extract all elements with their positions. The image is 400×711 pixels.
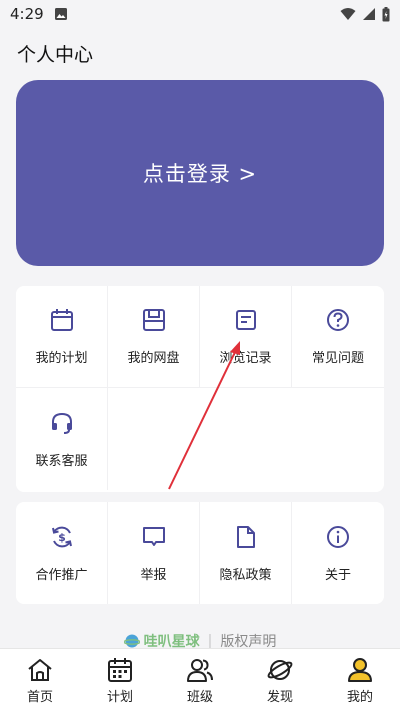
nav-label: 发现 <box>266 689 293 705</box>
menu-item-about[interactable]: 关于 <box>292 502 384 604</box>
nav-label: 首页 <box>26 689 53 705</box>
menu-item-label: 常见问题 <box>311 351 364 366</box>
menu-item-label: 举报 <box>140 567 167 583</box>
menu-item-label: 隐私政策 <box>219 567 272 583</box>
menu-item-my-disk[interactable]: 我的网盘 <box>108 286 200 388</box>
login-banner[interactable]: 点击登录 > <box>16 80 384 266</box>
gallery-notification-icon <box>54 8 67 20</box>
signal-icon <box>363 8 375 20</box>
planet-icon <box>267 659 293 680</box>
menu-item-report[interactable]: 举报 <box>108 502 200 604</box>
nav-label: 班级 <box>186 689 213 705</box>
brand-divider: | <box>207 633 213 649</box>
wifi-icon <box>340 8 356 20</box>
nav-home[interactable]: 首页 <box>0 649 80 711</box>
menu-item-promotion[interactable]: $ 合作推广 <box>16 502 108 604</box>
menu-card-primary: 我的计划 我的网盘 浏览记录 常见问题 联系客服 <box>16 286 384 492</box>
schedule-icon <box>108 657 132 682</box>
battery-icon <box>382 6 390 21</box>
menu-item-my-plan[interactable]: 我的计划 <box>16 286 108 388</box>
menu-item-label: 我的计划 <box>35 351 88 366</box>
bottom-nav: 首页 计划 班级 发现 我的 <box>0 648 400 711</box>
nav-label: 我的 <box>346 689 373 705</box>
menu-item-label: 关于 <box>324 567 351 583</box>
menu-item-privacy[interactable]: 隐私政策 <box>200 502 292 604</box>
menu-item-label: 合作推广 <box>35 567 88 583</box>
menu-item-faq[interactable]: 常见问题 <box>292 286 384 388</box>
refresh-dollar-icon: $ <box>51 526 72 547</box>
menu-item-label: 浏览记录 <box>219 351 272 366</box>
home-icon <box>28 658 52 681</box>
status-icons <box>340 6 390 22</box>
disk-icon <box>142 309 165 331</box>
document-icon <box>235 310 256 330</box>
nav-discover[interactable]: 发现 <box>240 649 320 711</box>
login-label[interactable]: 点击登录 > <box>143 158 257 188</box>
calendar-icon <box>50 309 73 331</box>
question-icon <box>327 309 349 331</box>
nav-plan[interactable]: 计划 <box>80 649 160 711</box>
profile-icon <box>348 657 372 682</box>
status-bar: 4:29 <box>0 0 400 28</box>
svg-text:$: $ <box>58 531 66 544</box>
nav-profile[interactable]: 我的 <box>320 649 400 711</box>
profile-page: 4:29 个人中心 点击登录 > 我的计划 我的网盘 浏览记录 常见问题 联系客… <box>0 0 400 711</box>
brand-logo-icon <box>123 634 140 648</box>
page-title: 个人中心 <box>17 44 94 66</box>
info-icon <box>327 525 349 548</box>
menu-item-label: 我的网盘 <box>127 351 180 366</box>
status-time: 4:29 <box>10 5 44 23</box>
report-icon <box>142 526 165 546</box>
nav-class[interactable]: 班级 <box>160 649 240 711</box>
menu-item-customer-service[interactable]: 联系客服 <box>16 388 108 490</box>
nav-label: 计划 <box>106 689 133 705</box>
headset-icon <box>51 412 72 434</box>
file-icon <box>236 525 255 548</box>
class-icon <box>187 658 213 682</box>
menu-item-label: 联系客服 <box>35 453 88 469</box>
menu-item-history[interactable]: 浏览记录 <box>200 286 292 388</box>
menu-card-secondary: $ 合作推广 举报 隐私政策 关于 <box>16 502 384 604</box>
